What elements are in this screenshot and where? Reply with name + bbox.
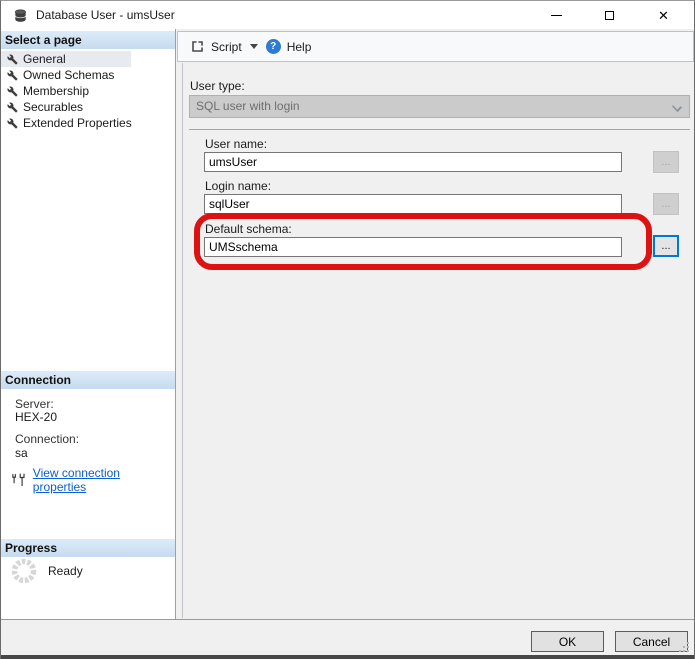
script-button-label: Script: [211, 40, 242, 54]
script-icon: [190, 39, 205, 54]
default-schema-input[interactable]: [204, 237, 622, 257]
database-icon: [13, 8, 28, 23]
help-button[interactable]: ? Help: [258, 35, 320, 59]
content-panel-edge: [182, 63, 183, 618]
script-dropdown-caret-icon[interactable]: [250, 44, 258, 49]
sidebar-item-general[interactable]: General: [1, 51, 131, 67]
sidebar-item-membership[interactable]: Membership: [1, 83, 175, 99]
wrench-icon: [7, 70, 18, 81]
default-schema-browse-button[interactable]: ...: [653, 235, 679, 257]
server-label: Server:: [15, 397, 54, 411]
chevron-down-icon: [672, 102, 682, 112]
minimize-button[interactable]: [534, 1, 579, 29]
default-schema-label: Default schema:: [205, 222, 292, 236]
login-name-input[interactable]: [204, 194, 622, 214]
toolbar: Script ? Help: [177, 31, 694, 62]
connection-properties-icon: [11, 473, 28, 487]
window-title: Database User - umsUser: [36, 8, 175, 22]
sidebar-item-extended-properties[interactable]: Extended Properties: [1, 115, 175, 131]
user-type-dropdown: SQL user with login: [189, 95, 690, 118]
sidebar: Select a page General Owned Schemas Memb…: [1, 29, 176, 619]
titlebar: Database User - umsUser ✕: [1, 1, 694, 29]
progress-status: Ready: [48, 564, 83, 578]
close-icon: ✕: [658, 9, 669, 22]
connection-value: sa: [15, 446, 28, 460]
sidebar-item-label: Membership: [23, 84, 89, 98]
resize-grip[interactable]: [678, 641, 690, 653]
view-connection-properties-link[interactable]: View connection properties: [33, 466, 175, 494]
sidebar-item-label: Securables: [23, 100, 83, 114]
progress-spinner-icon: [10, 557, 38, 585]
user-name-label: User name:: [205, 137, 267, 151]
ok-button[interactable]: OK: [531, 631, 604, 652]
wrench-icon: [7, 102, 18, 113]
connection-label: Connection:: [15, 432, 79, 446]
window-bottom-edge: [1, 655, 695, 659]
user-name-input[interactable]: [204, 152, 622, 172]
database-user-dialog: Database User - umsUser ✕ Select a page …: [0, 0, 695, 659]
view-connection-properties-row: View connection properties: [11, 466, 175, 494]
help-icon: ?: [266, 39, 281, 54]
close-button[interactable]: ✕: [641, 1, 686, 29]
wrench-icon: [7, 118, 18, 129]
user-type-value: SQL user with login: [196, 99, 300, 113]
help-button-label: Help: [287, 40, 312, 54]
sidebar-item-label: Extended Properties: [23, 116, 132, 130]
script-button[interactable]: Script: [178, 35, 248, 59]
sidebar-item-securables[interactable]: Securables: [1, 99, 175, 115]
sidebar-item-label: Owned Schemas: [23, 68, 114, 82]
progress-header: Progress: [1, 539, 175, 557]
connection-header: Connection: [1, 371, 175, 389]
select-a-page-header: Select a page: [1, 31, 175, 49]
sidebar-item-label: General: [23, 52, 66, 66]
user-name-browse-button: ...: [653, 151, 679, 173]
sidebar-item-owned-schemas[interactable]: Owned Schemas: [1, 67, 175, 83]
wrench-icon: [7, 54, 18, 65]
maximize-button[interactable]: [587, 1, 632, 29]
user-type-label: User type:: [190, 79, 245, 93]
wrench-icon: [7, 86, 18, 97]
minimize-icon: [551, 15, 562, 16]
login-name-browse-button: ...: [653, 193, 679, 215]
maximize-icon: [605, 11, 614, 20]
footer: OK Cancel: [1, 619, 694, 656]
separator: [189, 129, 690, 130]
main-panel: Script ? Help User type: SQL user with l…: [176, 29, 695, 619]
login-name-label: Login name:: [205, 179, 271, 193]
server-value: HEX-20: [15, 410, 57, 424]
